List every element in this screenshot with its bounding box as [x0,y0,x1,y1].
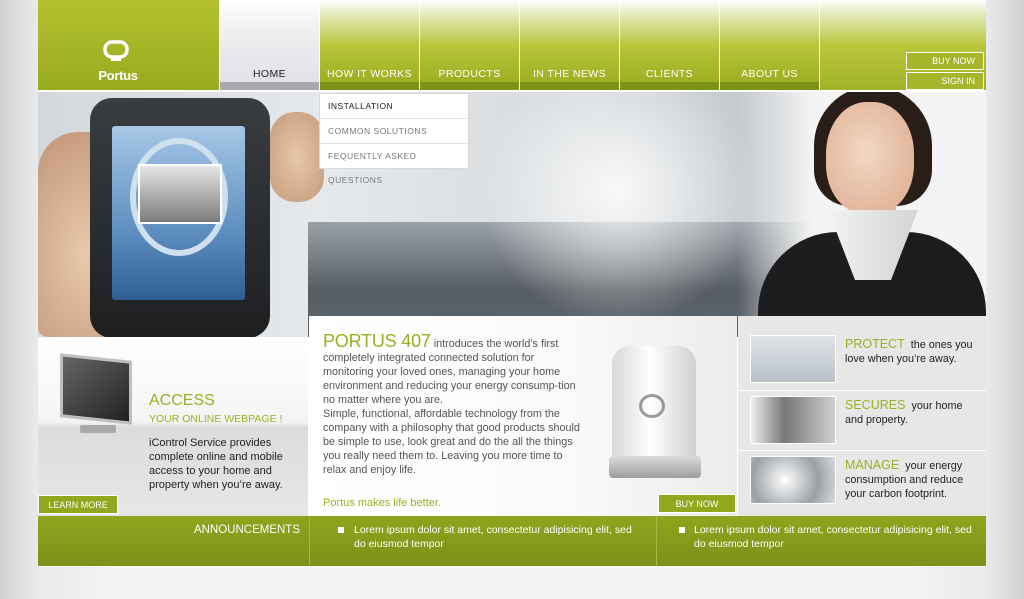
feature-keyword: MANAGE [845,458,900,472]
feature-secures[interactable]: SECURES your home and property. [738,390,986,451]
nav-label: HOME [252,68,287,80]
product-tagline: Portus makes life better. [323,497,441,509]
nav-label: HOW IT WORKS [326,68,413,80]
feature-text: SECURES your home and property. [845,398,980,427]
learn-more-button[interactable]: LEARN MORE [38,495,118,514]
announcements-label: ANNOUNCEMENTS [193,524,300,536]
nav-clients[interactable]: CLIENTS [620,0,719,90]
dropdown-item-faq[interactable]: FEQUENTLY ASKED QUESTIONS [320,143,468,185]
nav-label: CLIENTS [645,68,694,80]
router-logo-icon [639,394,665,418]
nav-about-us[interactable]: ABOUT US [720,0,819,90]
feature-keyword: PROTECT [845,337,905,351]
thumb-image [270,112,324,202]
feature-protect[interactable]: PROTECT the ones you love when you’re awa… [738,330,986,390]
nav-label: IN THE NEWS [532,68,607,80]
nav-in-the-news[interactable]: IN THE NEWS [520,0,619,90]
how-it-works-dropdown: INSTALLATION COMMON SOLUTIONS FEQUENTLY … [319,93,469,185]
feature-text: MANAGE your energy consumption and reduce… [845,458,980,501]
bullet-icon [679,527,685,533]
access-subtitle: YOUR ONLINE WEBPAGE ! [149,413,283,425]
dropdown-item-common-solutions[interactable]: COMMON SOLUTIONS [320,118,468,143]
announcements-divider [309,516,310,566]
buy-now-header-button[interactable]: BUY NOW [906,52,984,70]
feature-image-man-laptop [750,335,836,383]
nav-bar [520,82,619,90]
feature-text: PROTECT the ones you love when you’re awa… [845,337,980,366]
dropdown-item-installation[interactable]: INSTALLATION [320,94,468,118]
logo-block[interactable]: Portus [38,0,219,90]
product-title: PORTUS 407 [323,331,431,351]
phone-video-thumbnail [138,164,222,224]
nav-bar [220,82,319,90]
bullet-icon [338,527,344,533]
feature-manage[interactable]: MANAGE your energy consumption and reduce… [738,450,986,511]
router-base [609,456,701,478]
announcements-divider [656,516,657,566]
portus-logo-icon [103,40,129,61]
access-panel: ACCESS YOUR ONLINE WEBPAGE ! iControl Se… [38,337,308,516]
nav-how-it-works[interactable]: HOW IT WORKS [320,0,419,90]
nav-bar [420,82,519,90]
hero-banner [38,92,986,337]
announcement-item[interactable]: Lorem ipsum dolor sit amet, consectetur … [694,523,984,551]
announcement-item[interactable]: Lorem ipsum dolor sit amet, consectetur … [354,523,644,551]
nav-bar [320,82,419,90]
product-panel: PORTUS 407 introduces the world’s first … [309,316,737,516]
buy-now-product-button[interactable]: BUY NOW [658,494,736,513]
nav-label: ABOUT US [741,68,798,80]
announcements-bar: ANNOUNCEMENTS Lorem ipsum dolor sit amet… [38,516,986,566]
nav-home[interactable]: HOME [220,0,319,90]
feature-image-piggy-bank [750,456,836,504]
hero-glow [468,92,768,337]
feature-keyword: SECURES [845,398,906,412]
nav-bar [720,82,819,90]
nav-bar [620,82,719,90]
product-description: PORTUS 407 introduces the world’s first … [323,331,581,477]
features-panel: PROTECT the ones you love when you’re awa… [738,316,986,516]
logo-text: Portus [98,68,138,83]
monitor-stand [80,425,116,433]
sign-in-button[interactable]: SIGN IN [906,72,984,90]
woman-portrait [826,102,914,214]
access-description: iControl Service provides complete onlin… [149,437,283,491]
nav-label: PRODUCTS [438,68,501,80]
monitor-image [60,353,132,425]
feature-image-door-lock [750,396,836,444]
product-body: Simple, functional, affordable technolog… [323,408,580,476]
access-title: ACCESS [149,392,215,409]
website: Portus HOME HOW IT WORKS PRODUCTS IN THE… [38,0,986,567]
nav-products[interactable]: PRODUCTS [420,0,519,90]
